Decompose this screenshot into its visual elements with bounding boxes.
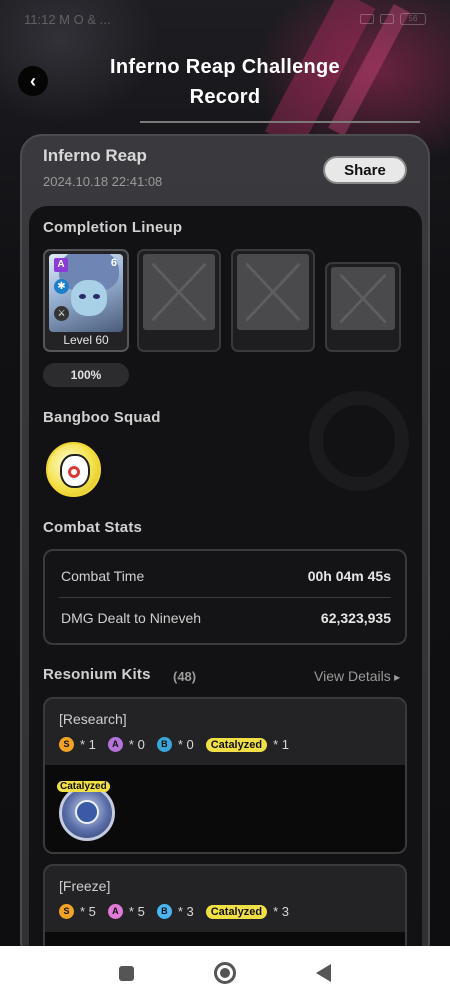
- grade-s-count: * 5: [80, 904, 96, 919]
- share-button[interactable]: Share: [323, 156, 407, 184]
- grade-s-count: * 1: [80, 737, 96, 752]
- agent-slot-empty: [137, 249, 221, 352]
- completion-percent-badge: 100%: [43, 363, 129, 387]
- agent-slot-empty: [325, 262, 401, 352]
- bangboo-squad-title: Bangboo Squad: [43, 409, 161, 426]
- catalyzed-tag: Catalyzed: [205, 904, 268, 919]
- bangboo-eye: [68, 466, 80, 478]
- status-time: 11:12 M O & ...: [24, 11, 111, 27]
- notification-icon: [360, 14, 374, 24]
- agent-portrait: A ✱ ⚔ 6: [49, 254, 123, 332]
- resonium-kits-count: (48): [173, 669, 197, 684]
- status-icons: 56: [360, 13, 426, 25]
- stat-value-combat-time: 00h 04m 45s: [307, 568, 391, 584]
- agent-face: [71, 280, 107, 316]
- grade-a-count: * 0: [128, 737, 145, 752]
- rank-badge: A: [54, 258, 68, 272]
- page-title-line2: Record: [189, 86, 261, 108]
- home-button[interactable]: [214, 962, 236, 984]
- agent-slot-1[interactable]: A ✱ ⚔ 6 Level 60: [43, 249, 129, 352]
- empty-slot-x-icon: [151, 262, 207, 322]
- recents-button[interactable]: [119, 965, 134, 981]
- kit-grade-row: S * 5 A * 5 B * 3 Catalyzed * 3: [59, 904, 289, 919]
- grade-b-icon: B: [156, 904, 172, 919]
- catalyzed-count: * 3: [273, 904, 289, 919]
- grade-a-icon: A: [107, 737, 123, 752]
- agent-eye: [79, 294, 86, 299]
- system-nav-bar: [0, 946, 450, 1000]
- header-divider: [140, 121, 420, 123]
- stat-label-dmg-dealt: DMG Dealt to Nineveh: [61, 610, 202, 626]
- bangboo-avatar[interactable]: [46, 442, 101, 497]
- combat-stats-title: Combat Stats: [43, 519, 143, 536]
- grade-s-icon: S: [59, 737, 74, 752]
- status-bar: 11:12 M O & ... 56: [0, 0, 450, 38]
- grade-b-count: * 0: [177, 737, 194, 752]
- empty-slot-x-icon: [245, 262, 301, 322]
- grade-a-count: * 5: [128, 904, 145, 919]
- kit-items-row: Catalyzed: [45, 765, 405, 852]
- grade-a-icon: A: [107, 904, 123, 919]
- resonium-emblem-icon: [75, 800, 99, 824]
- view-details-link[interactable]: View Details: [314, 668, 400, 684]
- grade-s-icon: S: [59, 904, 74, 919]
- page-title-line1: Inferno Reap Challenge: [110, 56, 340, 78]
- combat-stats-box: Combat Time 00h 04m 45s DMG Dealt to Nin…: [43, 549, 407, 645]
- grade-b-icon: B: [156, 737, 172, 752]
- stat-label-combat-time: Combat Time: [61, 568, 145, 584]
- agent-level: Level 60: [63, 333, 109, 347]
- attack-role-icon: ⚔: [54, 306, 69, 321]
- chevron-left-icon: ‹: [30, 70, 36, 91]
- background-emblem: [309, 391, 409, 491]
- kit-name: [Research]: [59, 711, 127, 727]
- back-button[interactable]: ‹: [18, 66, 48, 96]
- record-datetime: 2024.10.18 22:41:08: [43, 174, 163, 189]
- ice-element-icon: ✱: [54, 279, 69, 294]
- resonium-item-icon[interactable]: [59, 785, 115, 841]
- kit-name: [Freeze]: [59, 878, 111, 894]
- battery-icon: 56: [400, 13, 426, 25]
- back-nav-button[interactable]: [316, 964, 331, 982]
- stats-divider: [59, 597, 391, 598]
- mindscape-level: 6: [110, 257, 117, 269]
- resonium-kits-title: Resonium Kits: [43, 666, 151, 683]
- kit-card-research[interactable]: [Research] S * 1 A * 0 B * 0 Catalyzed *…: [43, 697, 407, 854]
- stat-value-dmg-dealt: 62,323,935: [320, 610, 391, 626]
- home-icon: [220, 968, 230, 978]
- item-catalyzed-tag: Catalyzed: [57, 781, 110, 792]
- page-title: Inferno Reap Challenge Record: [70, 52, 380, 112]
- catalyzed-tag: Catalyzed: [205, 737, 268, 752]
- grade-b-count: * 3: [177, 904, 194, 919]
- wifi-icon: [380, 14, 394, 24]
- empty-slot-x-icon: [339, 273, 387, 324]
- agent-eye: [93, 294, 100, 299]
- catalyzed-count: * 1: [273, 737, 289, 752]
- completion-lineup-title: Completion Lineup: [43, 219, 183, 236]
- agent-slot-empty: [231, 249, 315, 352]
- mode-name: Inferno Reap: [43, 146, 147, 165]
- kit-grade-row: S * 1 A * 0 B * 0 Catalyzed * 1: [59, 737, 289, 752]
